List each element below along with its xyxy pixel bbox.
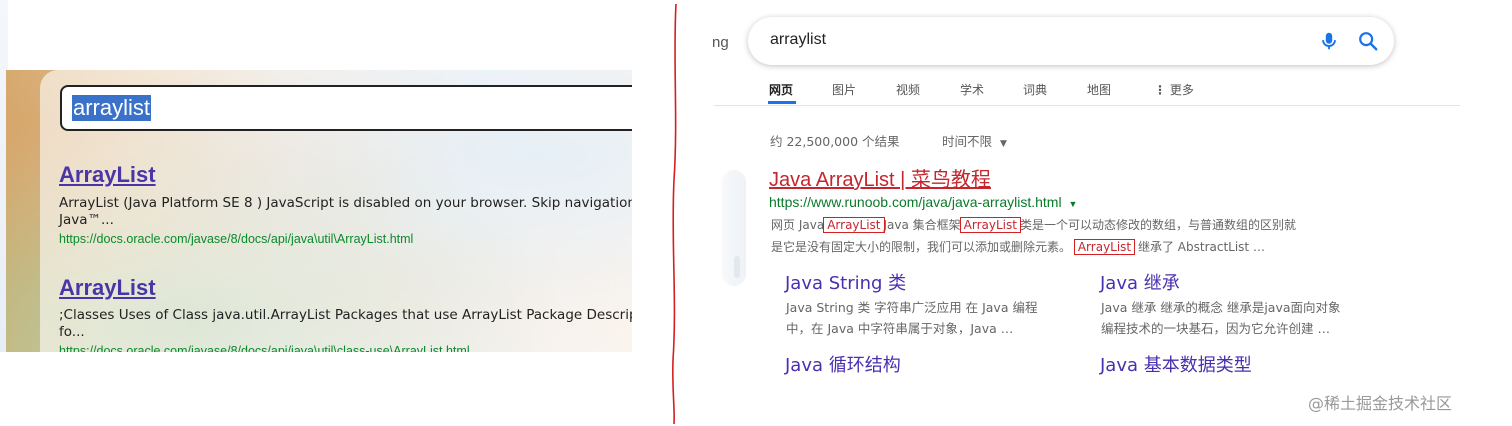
left-result-1-snippet-line2: Java™...	[59, 212, 114, 228]
left-result-2-title[interactable]: ArrayList	[59, 275, 156, 301]
more-dots-icon: ⋮	[1154, 83, 1166, 97]
tab-images[interactable]: 图片	[832, 81, 856, 98]
right-search-query: arraylist	[770, 31, 827, 48]
sub-result-1-line2: 中，在 Java 中字符串属于对象，Java …	[786, 321, 1014, 336]
left-result-2-snippet: ;Classes Uses of Class java.util.ArrayLi…	[59, 307, 632, 341]
main-result-title[interactable]: Java ArrayList | 菜鸟教程	[769, 163, 991, 192]
left-search-input[interactable]: arraylist	[60, 85, 632, 131]
highlight-box-1: ArrayList	[823, 217, 885, 233]
microphone-icon[interactable]	[1318, 30, 1340, 52]
snippet-label: 网页	[771, 218, 796, 232]
tab-more-label: 更多	[1169, 83, 1194, 97]
left-result-2-snippet-line2: fo...	[59, 324, 85, 340]
dropdown-caret-icon: ▼	[1000, 139, 1007, 149]
sub-result-3-title[interactable]: Java 循环结构	[785, 351, 901, 377]
active-tab-indicator	[768, 101, 796, 104]
snippet-text: Java 集合框架	[883, 218, 961, 232]
sub-result-1-snippet: Java String 类 字符串广泛应用 在 Java 编程 中，在 Java…	[786, 297, 1076, 339]
left-result-1-url[interactable]: https://docs.oracle.com/javase/8/docs/ap…	[59, 232, 413, 246]
sub-result-1-line1: Java String 类 字符串广泛应用 在 Java 编程	[786, 300, 1038, 315]
sub-result-2-line1: Java 继承 继承的概念 继承是java面向对象	[1101, 300, 1341, 315]
search-icon[interactable]	[1357, 30, 1379, 52]
snippet-text: 是它是没有固定大小的限制，我们可以添加或删除元素。	[771, 240, 1072, 254]
sub-result-2-snippet: Java 继承 继承的概念 继承是java面向对象 编程技术的一块基石，因为它允…	[1101, 297, 1391, 339]
main-snippet-line1: 网页 Java ArrayList Java 集合框架 ArrayList 类是一个可以…	[771, 214, 1381, 236]
left-result-2-url[interactable]: https://docs.oracle.com/javase/8/docs/ap…	[59, 344, 470, 352]
side-scroll-thumb	[734, 256, 740, 278]
highlight-box-2: ArrayList	[959, 217, 1021, 233]
left-search-app: arraylist ArrayList ArrayList (Java Plat…	[6, 70, 632, 352]
main-snippet-line2: 是它是没有固定大小的限制，我们可以添加或删除元素。 ArrayList 继承了 …	[771, 236, 1381, 258]
red-divider-line	[672, 3, 677, 425]
main-result-url-text: https://www.runoob.com/java/java-arrayli…	[769, 194, 1062, 210]
left-result-1-snippet: ArrayList (Java Platform SE 8 ) JavaScri…	[59, 195, 632, 229]
highlight-box-3: ArrayList	[1073, 239, 1136, 255]
snippet-text: 类是一个可以动态修改的数组，与普通数组的区别就	[1019, 218, 1296, 232]
time-filter-label: 时间不限	[942, 134, 993, 149]
tab-web[interactable]: 网页	[769, 81, 793, 98]
left-result-1-title[interactable]: ArrayList	[59, 162, 156, 188]
search-tabs: 网页 图片 视频 学术 词典 地图 ⋮ 更多	[714, 75, 1460, 106]
main-result-url[interactable]: https://www.runoob.com/java/java-arrayli…	[769, 194, 1077, 210]
snippet-text: 继承了 AbstractList …	[1137, 240, 1265, 254]
sub-result-1-title[interactable]: Java String 类	[785, 269, 906, 295]
snippet-text: Java	[798, 218, 825, 232]
tab-dictionary[interactable]: 词典	[1023, 81, 1047, 98]
result-count: 约 22,500,000 个结果	[770, 134, 900, 149]
tab-maps[interactable]: 地图	[1087, 81, 1111, 98]
left-result-1-snippet-line1: ArrayList (Java Platform SE 8 ) JavaScri…	[59, 195, 632, 211]
left-search-query: arraylist	[72, 95, 152, 121]
url-caret-icon[interactable]: ▼	[1068, 199, 1077, 209]
tab-academic[interactable]: 学术	[960, 81, 984, 98]
time-filter-dropdown[interactable]: 时间不限 ▼	[942, 131, 1007, 150]
tab-videos[interactable]: 视频	[896, 81, 920, 98]
watermark: @稀土掘金技术社区	[1308, 394, 1453, 413]
left-result-2-snippet-line1: ;Classes Uses of Class java.util.ArrayLi…	[59, 307, 632, 323]
main-result-snippet: 网页 Java ArrayList Java 集合框架 ArrayList 类是一个可以…	[771, 214, 1381, 258]
partial-logo-text: ng	[712, 34, 729, 51]
right-search-box[interactable]: arraylist	[748, 17, 1394, 65]
sub-result-2-line2: 编程技术的一块基石，因为它允许创建 …	[1101, 321, 1330, 336]
sub-result-2-title[interactable]: Java 继承	[1100, 269, 1180, 295]
tab-more[interactable]: ⋮ 更多	[1154, 81, 1194, 98]
sub-result-4-title[interactable]: Java 基本数据类型	[1100, 351, 1252, 377]
